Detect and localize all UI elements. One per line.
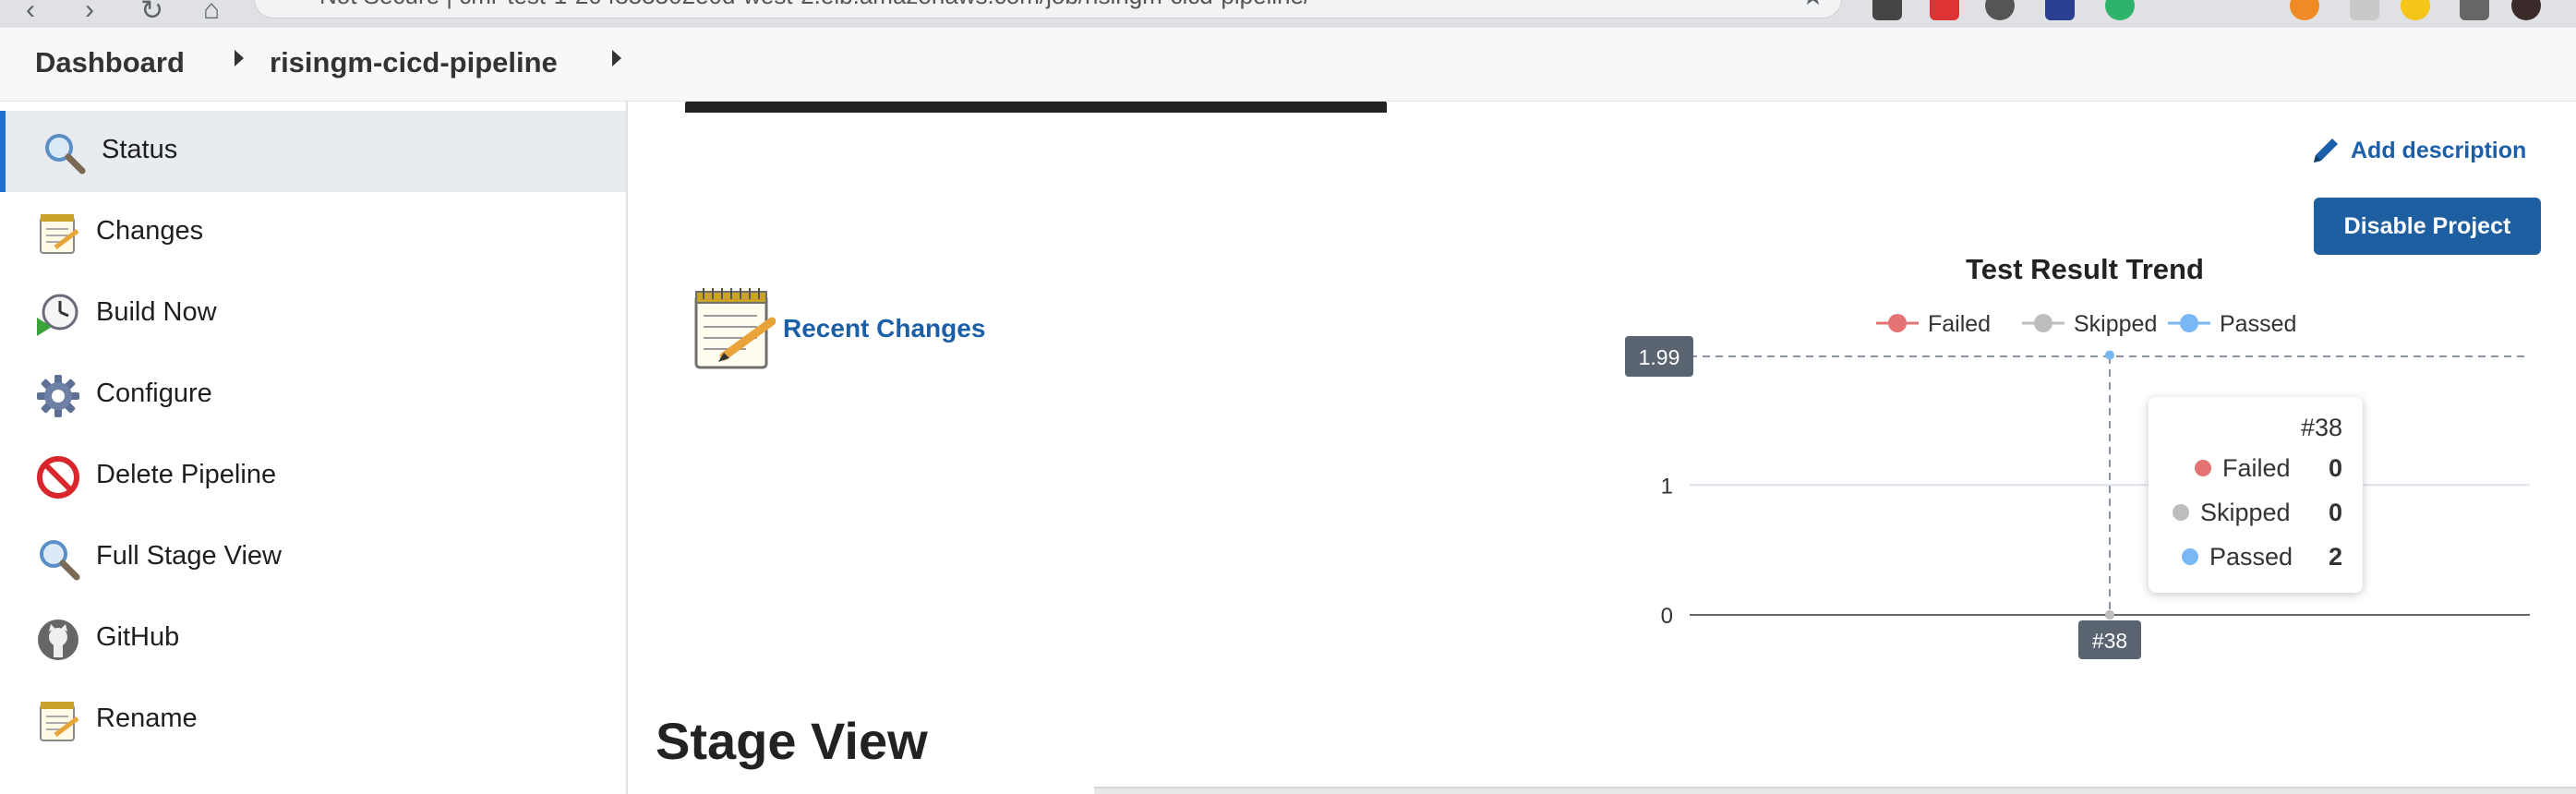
- notepad-icon: [40, 702, 79, 741]
- tooltip-value: 2: [2328, 543, 2342, 571]
- tooltip-row-passed: Passed 2: [2149, 539, 2363, 576]
- add-description-label: Add description: [2351, 137, 2527, 163]
- reload-icon[interactable]: ↻: [140, 0, 163, 27]
- forward-icon[interactable]: ›: [85, 0, 94, 26]
- sidebar-item-label: Changes: [96, 216, 204, 246]
- page-title: [685, 102, 1387, 113]
- tooltip-label: Passed: [2209, 543, 2293, 571]
- browser-toolbar: ‹ › ↻ ⌂ Not Secure | cmr-test-1-20485550…: [0, 0, 2576, 28]
- chart-tooltip: #38 Failed 0 Skipped 0 Passed 2: [2149, 397, 2363, 593]
- sidebar-item-label: Full Stage View: [96, 541, 282, 571]
- failed-dot-icon: [2195, 460, 2211, 476]
- extension-icon[interactable]: [1872, 0, 1902, 20]
- sidebar-item-rename[interactable]: Rename: [0, 680, 626, 761]
- address-bar[interactable]: Not Secure | cmr-test-1-204855502e0d-wes…: [254, 0, 1842, 18]
- bookmark-star-icon[interactable]: ★: [1801, 0, 1824, 11]
- legend-marker-failed: [1888, 314, 1907, 332]
- tooltip-row-failed: Failed 0: [2149, 451, 2363, 487]
- data-point-skipped: [2105, 610, 2114, 620]
- legend-marker-passed: [2180, 314, 2198, 332]
- stage-view-heading: Stage View: [656, 712, 928, 770]
- sidebar-item-status[interactable]: Status: [0, 111, 626, 192]
- sidebar-item-label: Status: [102, 135, 178, 164]
- sidebar-item-configure[interactable]: Configure: [0, 355, 626, 436]
- tooltip-row-skipped: Skipped 0: [2149, 495, 2363, 532]
- tooltip-value: 0: [2328, 454, 2342, 482]
- breadcrumb-dashboard[interactable]: Dashboard: [35, 46, 185, 79]
- data-point-passed: [2105, 350, 2114, 360]
- axis-pointer-label: 1.99: [1639, 345, 1680, 369]
- extension-icon[interactable]: [2105, 0, 2135, 20]
- x-pointer-label: #38: [2092, 629, 2127, 653]
- legend-label-skipped: Skipped: [2074, 311, 2157, 337]
- chevron-right-icon[interactable]: [235, 50, 244, 66]
- extension-icon[interactable]: [2350, 0, 2379, 20]
- back-icon[interactable]: ‹: [26, 0, 35, 26]
- notepad-icon: [40, 214, 79, 254]
- passed-dot-icon: [2182, 548, 2198, 565]
- clock-play-icon: [37, 294, 78, 336]
- y-tick-label: 1: [1661, 474, 1673, 499]
- notepad-icon: [694, 288, 776, 369]
- y-tick-label: 0: [1661, 604, 1673, 629]
- disable-project-button[interactable]: Disable Project: [2314, 198, 2541, 255]
- legend-label-passed: Passed: [2220, 311, 2296, 337]
- add-description-link[interactable]: Add description: [2310, 135, 2526, 166]
- sidebar-item-label: GitHub: [96, 622, 180, 652]
- extension-icon[interactable]: [2401, 0, 2430, 20]
- github-icon: [38, 620, 78, 660]
- sidebar-item-label: Build Now: [96, 297, 217, 327]
- extension-icon[interactable]: [2290, 0, 2319, 20]
- avatar[interactable]: [2511, 0, 2541, 20]
- stage-view-table-header: [1094, 787, 2576, 794]
- sidebar-item-label: Rename: [96, 704, 198, 733]
- tooltip-value: 0: [2328, 499, 2342, 526]
- extension-icon[interactable]: [2045, 0, 2075, 20]
- puzzle-icon[interactable]: [2460, 0, 2489, 20]
- legend-marker-skipped: [2034, 314, 2052, 332]
- sidebar-item-full-stage-view[interactable]: Full Stage View: [0, 517, 626, 598]
- no-entry-icon: [37, 456, 79, 499]
- skipped-dot-icon: [2173, 504, 2189, 521]
- chart-title: Test Result Trend: [1966, 253, 2204, 285]
- recent-changes-link[interactable]: Recent Changes: [691, 286, 985, 371]
- tooltip-label: Skipped: [2200, 499, 2291, 526]
- sidebar: Status Changes Build Now Configure Delet…: [0, 102, 628, 794]
- gear-icon: [37, 375, 79, 417]
- chevron-right-icon[interactable]: [612, 50, 621, 66]
- sidebar-item-build-now[interactable]: Build Now: [0, 273, 626, 355]
- sidebar-item-label: Configure: [96, 379, 212, 408]
- url-text: Not Secure | cmr-test-1-204855502e0d-wes…: [319, 0, 1310, 10]
- extension-icon[interactable]: [1930, 0, 1959, 20]
- pencil-icon: [2314, 138, 2338, 162]
- tooltip-label: Failed: [2222, 454, 2291, 482]
- breadcrumb-job[interactable]: risingm-cicd-pipeline: [270, 46, 558, 79]
- magnifier-icon: [40, 540, 80, 581]
- extension-icon[interactable]: [1985, 0, 2015, 20]
- legend-label-failed: Failed: [1928, 311, 1991, 337]
- breadcrumb: Dashboard risingm-cicd-pipeline: [0, 28, 2576, 102]
- sidebar-item-delete-pipeline[interactable]: Delete Pipeline: [0, 436, 626, 517]
- sidebar-item-github[interactable]: GitHub: [0, 598, 626, 680]
- sidebar-item-label: Delete Pipeline: [96, 460, 277, 489]
- tooltip-title: #38: [2300, 414, 2342, 441]
- home-icon[interactable]: ⌂: [203, 0, 220, 26]
- magnifier-icon: [45, 134, 86, 174]
- recent-changes-label: Recent Changes: [783, 314, 986, 343]
- test-result-trend-chart: Test Result Trend Failed Skipped Passed 0 1 1.…: [1625, 253, 2530, 659]
- sidebar-item-changes[interactable]: Changes: [0, 192, 626, 273]
